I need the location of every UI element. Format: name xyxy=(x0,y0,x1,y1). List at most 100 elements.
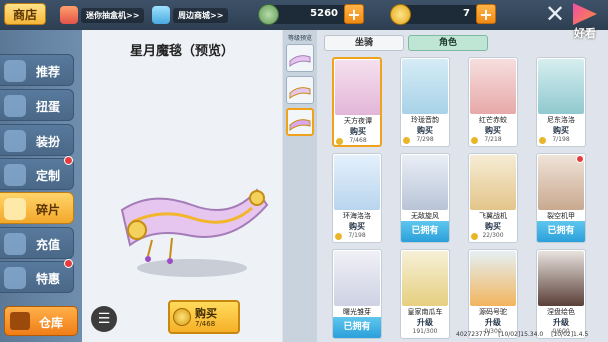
promo-blind-box-label: 迷你抽盒机>> xyxy=(81,7,145,23)
warehouse-button[interactable]: 仓库 xyxy=(4,306,78,336)
res-version: [10/02]1.4.5 xyxy=(551,331,589,338)
warehouse-icon xyxy=(10,312,30,330)
item-card[interactable]: 尼东洛洛 购买 7/198 xyxy=(536,57,586,147)
item-image xyxy=(334,155,380,210)
menu-list-button[interactable]: ☰ xyxy=(91,306,117,332)
item-price: 191/300 xyxy=(412,328,438,335)
item-image xyxy=(470,251,516,306)
item-image xyxy=(402,59,448,114)
carpet-roll xyxy=(249,190,265,206)
gold-coin-icon xyxy=(390,4,411,25)
item-price: 7/198 xyxy=(348,232,366,239)
item-grid: 天方夜谭 购买 7/468 玲珑音韵 购买 7/298 红芒赤蛟 购买 7/21… xyxy=(320,53,608,342)
user-id: 402723777 xyxy=(456,331,491,338)
owned-badge: 已拥有 xyxy=(537,221,585,242)
add-coin-button[interactable]: + xyxy=(476,4,496,24)
sidebar-item-label: 推荐 xyxy=(36,65,61,79)
item-card[interactable]: 皇家南瓜车 升级 191/300 xyxy=(400,249,450,339)
item-image xyxy=(538,59,584,114)
item-image xyxy=(402,155,448,210)
sidebar-item-dress-up[interactable]: 装扮 xyxy=(0,124,74,156)
warehouse-label: 仓库 xyxy=(39,316,64,330)
mini-bean-balance: 5260 + xyxy=(258,4,364,25)
carpet-thumb-icon xyxy=(289,87,311,100)
item-card[interactable]: 环海洛洛 购买 7/198 xyxy=(332,153,382,243)
item-card[interactable]: 天方夜谭 购买 7/468 xyxy=(332,57,382,147)
item-card[interactable]: 曙光雏芽 已拥有 xyxy=(332,249,382,339)
item-card[interactable]: 无敌旋风 已拥有 xyxy=(400,153,450,243)
capsule-icon xyxy=(4,95,26,117)
sidebar-item-label: 碎片 xyxy=(36,203,61,217)
item-action: 购买 xyxy=(485,126,501,135)
item-name: 源码号驼 xyxy=(479,308,507,316)
mini-bean-value: 5260 xyxy=(310,8,338,19)
status-bar: 402723777 [10/02]15.34.0 [10/02]1.4.5 xyxy=(456,331,606,341)
sidebar-item-custom[interactable]: 定制 xyxy=(0,156,74,190)
notification-dot xyxy=(64,259,73,268)
item-card[interactable]: 红芒赤蛟 购买 7/218 xyxy=(468,57,518,147)
item-price: 22/300 xyxy=(482,232,504,239)
level-thumb-3[interactable] xyxy=(286,108,314,136)
sidebar-item-special-offers[interactable]: 特惠 xyxy=(0,259,74,293)
item-action: 升级 xyxy=(485,318,501,327)
star-icon xyxy=(4,60,26,82)
sidebar-item-recharge[interactable]: 充值 xyxy=(0,227,74,259)
item-image xyxy=(402,251,448,306)
tab-mounts[interactable]: 坐骑 xyxy=(324,35,404,51)
play-logo-icon xyxy=(573,3,597,25)
flying-carpet-model[interactable] xyxy=(82,150,282,290)
item-card[interactable]: 源码号驼 升级 0/300 xyxy=(468,249,518,339)
carpet-roll xyxy=(127,220,147,240)
owned-badge: 已拥有 xyxy=(401,221,449,242)
item-price: 7/468 xyxy=(349,137,367,144)
diamond-icon xyxy=(152,6,170,24)
item-name: 环海洛洛 xyxy=(343,212,371,220)
add-bean-button[interactable]: + xyxy=(344,4,364,24)
item-action: 升级 xyxy=(417,318,433,327)
mini-coin-value: 7 xyxy=(463,8,470,19)
item-card[interactable]: 飞翼战机 购买 22/300 xyxy=(468,153,518,243)
level-preview-column: 等级预览 xyxy=(283,30,317,342)
item-card[interactable]: 玲珑音韵 购买 7/298 xyxy=(400,57,450,147)
tassel-bead xyxy=(167,258,173,264)
watermark-text: 好看 xyxy=(574,27,596,40)
level-thumb-2[interactable] xyxy=(286,76,314,104)
sidebar-item-recommend[interactable]: 推荐 xyxy=(0,54,74,86)
mini-coin-balance: 7 + xyxy=(390,4,496,25)
buy-button[interactable]: 购买 7/468 xyxy=(168,300,240,334)
item-price: 7/298 xyxy=(416,136,434,143)
sidebar-item-gacha[interactable]: 扭蛋 xyxy=(0,89,74,121)
item-price: 7/218 xyxy=(484,136,502,143)
top-bar: 商店 迷你抽盒机>> 周边商城>> 5260 + 7 + ✕ xyxy=(0,0,608,30)
gold-coin-icon xyxy=(173,308,191,326)
fragment-icon xyxy=(4,198,26,220)
preview-title: 星月魔毯（预览） xyxy=(129,44,234,59)
close-button[interactable]: ✕ xyxy=(543,2,567,27)
sidebar-item-label: 定制 xyxy=(36,169,61,183)
gift-box-icon xyxy=(60,6,78,24)
item-card[interactable]: 涅盘绘色 升级 0/600 xyxy=(536,249,586,339)
promo-blind-box-link[interactable]: 迷你抽盒机>> xyxy=(60,5,145,25)
buy-button-label: 购买 xyxy=(195,307,217,320)
notification-dot xyxy=(576,155,584,163)
tab-characters[interactable]: 角色 xyxy=(408,35,488,51)
item-image xyxy=(334,251,380,306)
sidebar: 推荐 扭蛋 装扮 定制 碎片 充值 特惠 xyxy=(0,30,82,342)
level-thumb-1[interactable] xyxy=(286,44,314,72)
model-shadow xyxy=(137,259,247,277)
carpet-tassels xyxy=(147,237,173,259)
promo-merch-link[interactable]: 周边商城>> xyxy=(152,5,229,25)
notification-dot xyxy=(64,156,73,165)
item-action: 购买 xyxy=(349,222,365,231)
level-preview-label: 等级预览 xyxy=(287,35,312,42)
sidebar-item-label: 特惠 xyxy=(36,272,61,286)
item-image xyxy=(470,59,516,114)
sidebar-item-fragments[interactable]: 碎片 xyxy=(0,192,74,224)
item-price: 7/198 xyxy=(552,136,570,143)
item-name: 皇家南瓜车 xyxy=(407,308,443,316)
item-card[interactable]: 裂空机甲 已拥有 xyxy=(536,153,586,243)
item-name: 天方夜谭 xyxy=(344,117,372,125)
item-name: 裂空机甲 xyxy=(547,212,575,220)
owned-badge: 已拥有 xyxy=(333,317,381,338)
sidebar-item-label: 装扮 xyxy=(36,135,61,149)
